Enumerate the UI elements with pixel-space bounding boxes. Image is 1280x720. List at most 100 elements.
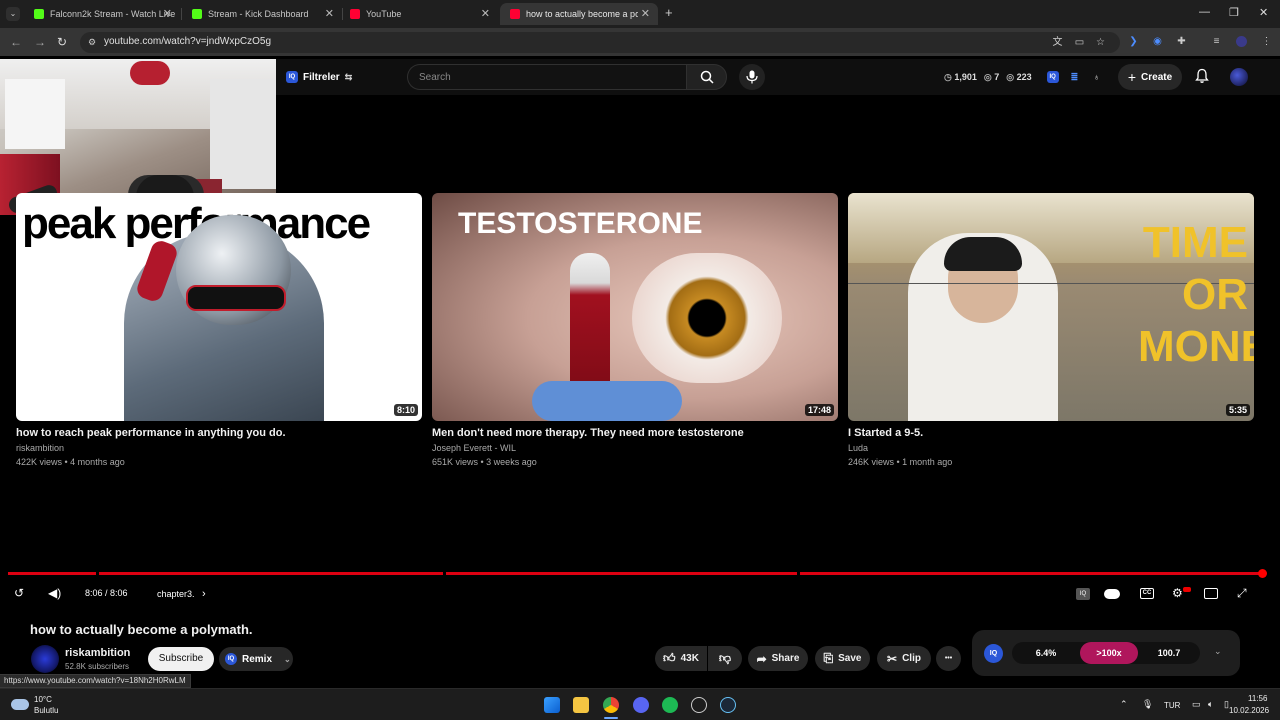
video-thumbnail[interactable]: peak performance 8:10: [16, 193, 422, 421]
trophy-icon[interactable]: ♁: [1093, 72, 1100, 82]
clock-time[interactable]: 11:56: [1248, 694, 1267, 703]
tab-search-icon[interactable]: ⌄: [6, 7, 20, 21]
translate-icon[interactable]: 文: [1052, 37, 1063, 48]
discord-icon[interactable]: [633, 697, 649, 713]
fullscreen-icon[interactable]: ⤢: [1237, 586, 1247, 601]
remix-button[interactable]: IQ Remix ⌄: [219, 647, 293, 671]
steam-icon[interactable]: [720, 697, 736, 713]
close-tab-icon[interactable]: ✕: [641, 7, 650, 20]
chapter-title[interactable]: chapter3. ›: [157, 588, 206, 600]
captions-icon[interactable]: CC: [1140, 588, 1154, 599]
third-stat: ◎ 223: [1006, 72, 1031, 83]
progress-bar[interactable]: [8, 572, 1264, 575]
channel-name[interactable]: riskambition: [65, 647, 130, 659]
share-button[interactable]: ➦ Share: [748, 646, 808, 671]
create-button[interactable]: + Create: [1118, 64, 1182, 90]
channel-avatar[interactable]: [31, 645, 59, 673]
video-thumbnail[interactable]: TIME OR MONEY? 5:35: [848, 193, 1254, 421]
profile-avatar-icon[interactable]: [1236, 36, 1247, 47]
extension-iq-icon[interactable]: ◉: [1152, 36, 1163, 47]
close-tab-icon[interactable]: ✕: [325, 7, 334, 20]
language-indicator[interactable]: TUR: [1164, 701, 1180, 710]
tab-kick-dashboard[interactable]: Stream - Kick Dashboard ✕: [182, 3, 342, 25]
tab-youtube[interactable]: YouTube ✕: [340, 3, 498, 25]
tray-network-icon[interactable]: ▭: [1192, 699, 1201, 710]
thumbs-down-icon: 👎︎: [718, 651, 732, 665]
windows-taskbar: 10°C Bulutlu ⌃ 🎙︎ TUR ▭ 🔈︎ ▯ 11:56 10.02…: [0, 688, 1280, 720]
search-button[interactable]: [686, 64, 727, 90]
like-button[interactable]: 👍︎ 43K: [655, 646, 707, 671]
tab-falconn2k[interactable]: Falconn2k Stream - Watch Live ✕: [24, 3, 180, 25]
file-explorer-icon[interactable]: [573, 697, 589, 713]
bookmark-star-icon[interactable]: ☆: [1095, 37, 1106, 48]
settings-gear-icon[interactable]: ⚙: [1172, 586, 1183, 600]
tray-microphone-icon[interactable]: 🎙︎: [1142, 699, 1153, 710]
card-channel[interactable]: Joseph Everett - WIL: [432, 443, 838, 453]
clip-button[interactable]: ✂ Clip: [877, 646, 931, 671]
autoplay-toggle-icon[interactable]: [1104, 589, 1120, 599]
close-tab-icon[interactable]: ✕: [481, 7, 490, 20]
clock-date[interactable]: 10.02.2026: [1229, 706, 1269, 715]
restore-icon[interactable]: ❐: [1229, 6, 1239, 19]
spotify-icon[interactable]: [662, 697, 678, 713]
dislike-button[interactable]: 👎︎: [708, 646, 742, 671]
reload-icon[interactable]: ↻: [57, 35, 67, 49]
list-icon[interactable]: ≣: [1071, 72, 1079, 83]
subscribe-button[interactable]: Subscribe: [148, 647, 214, 671]
media-control-icon[interactable]: ≡: [1211, 36, 1222, 47]
replay-icon[interactable]: ↺: [14, 586, 24, 600]
endscreen-card[interactable]: TESTOSTERONE 17:48 Men don't need more t…: [432, 193, 838, 467]
youtube-topbar: IQ Filtreler ⇆ Search ◷ 1,901 ◎ 7 ◎ 223 …: [276, 59, 1280, 95]
iq-middle-value: >100x: [1080, 642, 1138, 664]
chapter-marker: [797, 571, 800, 576]
notifications-bell-icon[interactable]: [1194, 68, 1210, 84]
kick-favicon-icon: [192, 9, 202, 19]
scrubber-handle[interactable]: [1258, 569, 1267, 578]
address-bar[interactable]: ⚙ youtube.com/watch?v=jndWxpCzO5g 文 ▭ ☆: [80, 32, 1120, 53]
new-tab-button[interactable]: +: [665, 5, 673, 20]
iq-logo-icon[interactable]: IQ: [984, 644, 1003, 663]
iq-extension-icon[interactable]: IQ: [1046, 71, 1059, 83]
card-meta: 651K views • 3 weeks ago: [432, 457, 537, 467]
card-title[interactable]: I Started a 9-5.: [848, 427, 1254, 439]
iq-player-icon[interactable]: IQ: [1076, 588, 1090, 600]
kick-favicon-icon: [34, 9, 44, 19]
create-label: Create: [1141, 71, 1173, 83]
card-channel[interactable]: Luda: [848, 443, 1254, 453]
video-thumbnail[interactable]: TESTOSTERONE 17:48: [432, 193, 838, 421]
back-icon[interactable]: ←: [10, 35, 22, 49]
minimize-icon[interactable]: —: [1199, 6, 1210, 18]
extensions-puzzle-icon[interactable]: ✚: [1176, 36, 1187, 47]
card-channel[interactable]: riskambition: [16, 443, 422, 453]
views-stat: ◷ 1,901: [944, 72, 977, 83]
forward-icon[interactable]: →: [34, 35, 46, 49]
account-avatar[interactable]: [1230, 68, 1248, 86]
tray-volume-icon[interactable]: 🔈︎: [1208, 699, 1213, 710]
filter-button[interactable]: IQ Filtreler ⇆: [286, 68, 352, 86]
extension-bluetooth-icon[interactable]: ❯: [1128, 36, 1139, 47]
youtube-favicon-icon: [350, 9, 360, 19]
chrome-icon[interactable]: [603, 697, 619, 713]
volume-icon[interactable]: ◀): [48, 586, 61, 600]
endscreen-card[interactable]: peak performance 8:10 how to reach peak …: [16, 193, 422, 467]
video-title: how to actually become a polymath.: [30, 622, 253, 637]
app-circle-icon[interactable]: [691, 697, 707, 713]
tab-polymath-video[interactable]: how to actually become a polym ✕: [500, 3, 658, 25]
search-input[interactable]: Search: [407, 64, 686, 90]
weather-cloud-icon[interactable]: [11, 699, 29, 710]
voice-search-button[interactable]: [739, 64, 765, 90]
theater-mode-icon[interactable]: [1204, 588, 1218, 599]
endscreen-card[interactable]: TIME OR MONEY? 5:35 I Started a 9-5. Lud…: [848, 193, 1254, 467]
more-actions-button[interactable]: •••: [936, 646, 961, 671]
tray-chevron-up-icon[interactable]: ⌃: [1120, 699, 1128, 710]
browser-menu-icon[interactable]: ⋮: [1261, 36, 1272, 47]
chevron-down-icon[interactable]: ⌄: [1214, 646, 1222, 657]
save-button[interactable]: ⎘ Save: [815, 646, 870, 671]
site-info-icon[interactable]: ⚙: [88, 37, 96, 48]
card-title[interactable]: how to reach peak performance in anythin…: [16, 427, 422, 439]
card-title[interactable]: Men don't need more therapy. They need m…: [432, 427, 838, 439]
close-tab-icon[interactable]: ✕: [163, 7, 172, 20]
start-windows-icon[interactable]: [544, 697, 560, 713]
cast-icon[interactable]: ▭: [1074, 37, 1085, 48]
window-close-icon[interactable]: ✕: [1259, 6, 1268, 19]
